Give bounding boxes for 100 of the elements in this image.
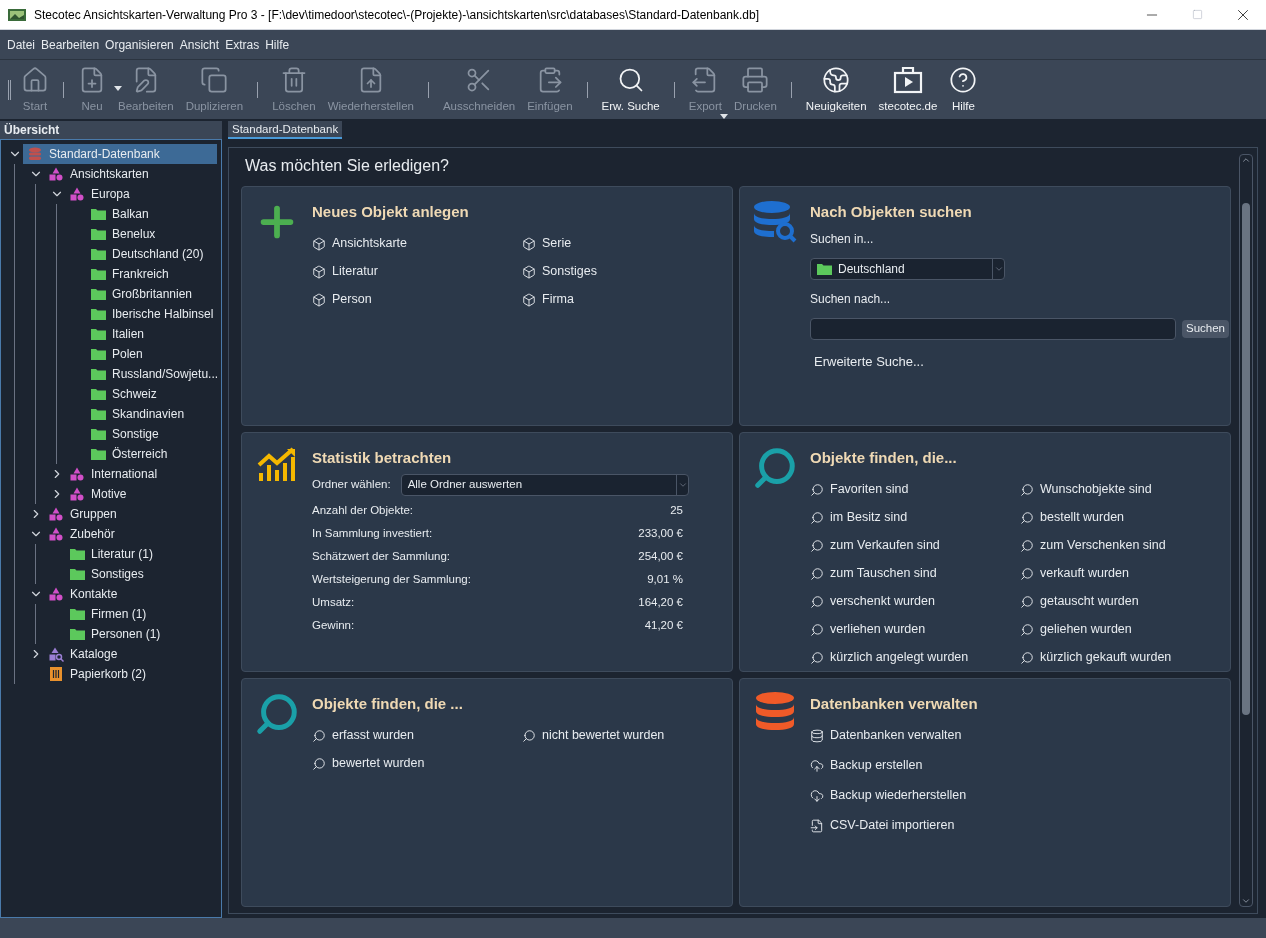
action-link[interactable]: zum Tauschen sind [830, 564, 937, 583]
sidebar-header: Übersicht [0, 121, 222, 139]
search-button[interactable]: Suchen [1182, 319, 1229, 338]
home-icon [21, 65, 49, 94]
document-tab[interactable]: Standard-Datenbank [228, 121, 343, 139]
tree-item[interactable]: Iberische Halbinsel [86, 304, 222, 324]
tree-item[interactable]: Personen (1) [65, 624, 169, 644]
scroll-up-icon[interactable] [1241, 155, 1251, 165]
action-link[interactable]: verliehen wurden [830, 620, 926, 639]
card-title: Objekte finden, die... [810, 448, 958, 468]
action-link[interactable]: erfasst wurden [332, 726, 414, 745]
tree-item[interactable]: Motive [65, 484, 135, 504]
action-link[interactable]: Backup erstellen [830, 756, 923, 775]
tree-item[interactable]: Polen [86, 344, 151, 364]
menu-item[interactable]: Datei [4, 35, 38, 54]
action-link[interactable]: bewertet wurden [332, 754, 425, 773]
menu-item[interactable]: Extras [222, 35, 263, 54]
advanced-search-link[interactable]: Erweiterte Suche... [814, 351, 1229, 371]
action-link[interactable]: bestellt wurden [1040, 508, 1125, 527]
action-link[interactable]: nicht bewertet wurden [542, 726, 665, 745]
search-field[interactable] [810, 317, 1176, 340]
action-link[interactable]: Ansichtskarte [332, 234, 408, 253]
action-link[interactable]: Sonstiges [542, 262, 597, 281]
tree-item[interactable]: Literatur (1) [65, 544, 162, 564]
tree-item[interactable]: Großbritannien [86, 284, 201, 304]
tree-item[interactable]: Zubehör [44, 524, 123, 544]
action-link[interactable]: zum Verschenken sind [1040, 536, 1166, 555]
cube-icon [522, 292, 536, 307]
action-link[interactable]: CSV-Datei importieren [830, 816, 955, 835]
tree-item[interactable]: Gruppen [44, 504, 125, 524]
toolbar-button[interactable]: Erw. Suche [595, 61, 666, 118]
tree-item[interactable]: Italien [86, 324, 153, 344]
stat-value: 41,20 € [644, 618, 683, 634]
database-search-icon [753, 199, 797, 243]
app-logo-icon [8, 6, 26, 23]
tree-item[interactable]: Kontakte [44, 584, 126, 604]
tree-item[interactable]: Standard-Datenbank [23, 144, 217, 164]
tree-item[interactable]: Ansichtskarten [44, 164, 157, 184]
action-link[interactable]: im Besitz sind [830, 508, 908, 527]
search-icon [810, 510, 824, 525]
tree-item[interactable]: Skandinavien [86, 404, 193, 424]
tree-item[interactable]: Benelux [86, 224, 164, 244]
action-link[interactable]: Datenbanken verwalten [830, 726, 962, 745]
action-link[interactable]: geliehen wurden [1040, 620, 1132, 639]
tree-item[interactable]: Europa [65, 184, 138, 204]
tree-item[interactable]: Sonstiges [65, 564, 152, 584]
stat-value: 9,01 % [647, 572, 683, 588]
search-icon [752, 445, 798, 491]
action-link[interactable]: zum Verkaufen sind [830, 536, 940, 555]
folder-icon [90, 428, 106, 440]
action-link[interactable]: Favoriten sind [830, 480, 909, 499]
tree-item[interactable]: Russland/Sowjetu... [86, 364, 227, 384]
action-link[interactable]: Serie [542, 234, 572, 253]
tree-item[interactable]: Österreich [86, 444, 176, 464]
cloud-download-icon [810, 788, 824, 803]
action-link[interactable]: kürzlich gekauft wurden [1040, 648, 1172, 667]
tree-item[interactable]: Deutschland (20) [86, 244, 212, 264]
toolbar-button[interactable]: Neuigkeiten [799, 61, 873, 118]
folder-icon [90, 228, 106, 240]
cube-icon [312, 292, 326, 307]
menu-item[interactable]: Ansicht [176, 35, 223, 54]
scrollbar[interactable] [1239, 154, 1253, 907]
tree-item[interactable]: Balkan [86, 204, 157, 224]
action-link[interactable]: verkauft wurden [1040, 564, 1129, 583]
tree-item[interactable]: Sonstige [86, 424, 167, 444]
search-icon [1020, 650, 1034, 665]
action-link[interactable]: Person [332, 290, 372, 309]
folder-dropdown[interactable]: Alle Ordner auswerten [400, 473, 689, 496]
action-link[interactable]: Literatur [332, 262, 378, 281]
card-title: Objekte finden, die ... [312, 694, 464, 714]
shapes-icon [49, 507, 63, 521]
bar-chart-icon [257, 445, 297, 481]
action-link[interactable]: kürzlich angelegt wurden [830, 648, 969, 667]
toolbar-button[interactable]: stecotec.de [872, 61, 944, 118]
tree-item[interactable]: Kataloge [44, 644, 126, 664]
action-link[interactable]: verschenkt wurden [830, 592, 935, 611]
play-case-icon [893, 65, 923, 94]
tree-item[interactable]: Schweiz [86, 384, 165, 404]
folder-icon [90, 448, 106, 460]
globe-icon [822, 65, 851, 94]
scroll-down-icon[interactable] [1241, 896, 1251, 906]
tree-item[interactable]: Firmen (1) [65, 604, 155, 624]
folder-icon [90, 308, 106, 320]
toolbar-button[interactable]: Hilfe [943, 61, 984, 118]
menu-item[interactable]: Hilfe [262, 35, 293, 54]
stat-label: Gewinn: [312, 618, 355, 634]
tree-item[interactable]: Papierkorb (2) [44, 664, 155, 684]
tree-item[interactable]: Frankreich [86, 264, 177, 284]
menu-item[interactable]: Bearbeiten [38, 35, 103, 54]
search-icon [254, 691, 300, 737]
tree-item[interactable]: International [65, 464, 166, 484]
field-label: Suchen in... [810, 230, 875, 248]
folder-icon [69, 548, 85, 560]
action-link[interactable]: Backup wiederherstellen [830, 786, 967, 805]
action-link[interactable]: getauscht wurden [1040, 592, 1139, 611]
folder-dropdown[interactable]: Deutschland [810, 257, 1005, 280]
action-link[interactable]: Firma [542, 290, 574, 309]
action-link[interactable]: Wunschobjekte sind [1040, 480, 1152, 499]
menu-item[interactable]: Organisieren [102, 35, 177, 54]
card-title: Datenbanken verwalten [810, 694, 978, 714]
